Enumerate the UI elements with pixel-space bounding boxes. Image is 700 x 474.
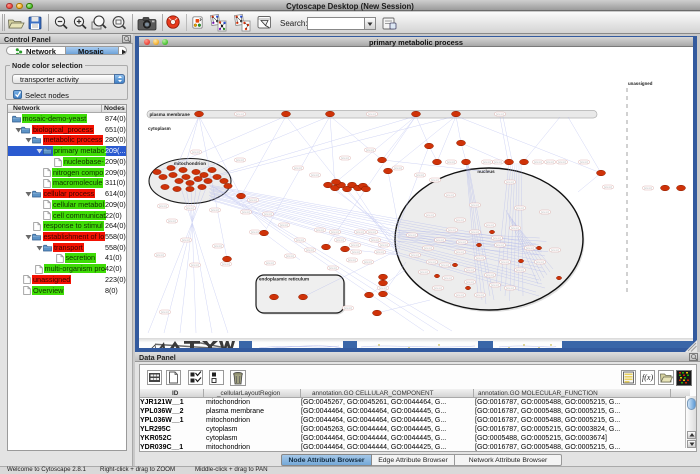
- svg-text:[xx m]: [xx m]: [456, 218, 464, 222]
- svg-text:[xx m]: [xx m]: [420, 270, 428, 274]
- svg-text:[xx m]: [xx m]: [486, 223, 494, 227]
- svg-text:[xx m]: [xx m]: [441, 263, 449, 267]
- svg-text:[xx m]: [xx m]: [306, 248, 314, 252]
- svg-text:[xx m]: [xx m]: [368, 230, 376, 234]
- svg-text:[xx m]: [xx m]: [329, 266, 337, 270]
- svg-text:[xx m]: [xx m]: [516, 206, 524, 210]
- svg-text:[xx m]: [xx m]: [371, 238, 379, 242]
- svg-text:[xx m]: [xx m]: [411, 253, 419, 257]
- svg-text:[xx m]: [xx m]: [534, 160, 542, 164]
- svg-text:[xx m]: [xx m]: [516, 268, 524, 272]
- svg-text:[xx m]: [xx m]: [344, 306, 352, 310]
- svg-text:[xx m]: [xx m]: [491, 283, 499, 287]
- svg-text:[xx m]: [xx m]: [476, 256, 484, 260]
- svg-text:[xx m]: [xx m]: [294, 166, 302, 170]
- svg-text:[xx m]: [xx m]: [408, 233, 416, 237]
- svg-text:[xx m]: [xx m]: [466, 280, 474, 284]
- svg-text:[xx m]: [xx m]: [211, 208, 219, 212]
- svg-text:[xx m]: [xx m]: [448, 228, 456, 232]
- svg-text:[xx m]: [xx m]: [436, 238, 444, 242]
- svg-text:[xx m]: [xx m]: [644, 186, 652, 190]
- svg-text:[xx m]: [xx m]: [446, 193, 454, 197]
- svg-text:[xx m]: [xx m]: [364, 260, 372, 264]
- svg-text:[xx m]: [xx m]: [424, 246, 432, 250]
- svg-text:[xx m]: [xx m]: [580, 160, 588, 164]
- svg-text:[xx m]: [xx m]: [156, 253, 164, 257]
- svg-text:[xx m]: [xx m]: [471, 203, 479, 207]
- svg-text:[xx m]: [xx m]: [236, 158, 244, 162]
- svg-text:[xx m]: [xx m]: [501, 260, 509, 264]
- svg-text:[xx m]: [xx m]: [546, 160, 554, 164]
- svg-text:[xx m]: [xx m]: [351, 243, 359, 247]
- svg-text:[xx m]: [xx m]: [511, 226, 519, 230]
- svg-text:[xx m]: [xx m]: [316, 228, 324, 232]
- svg-text:[xx m]: [xx m]: [496, 243, 504, 247]
- svg-text:[xx m]: [xx m]: [352, 250, 360, 254]
- svg-text:[xx m]: [xx m]: [536, 260, 544, 264]
- svg-text:[xx m]: [xx m]: [551, 248, 559, 252]
- svg-text:[xx m]: [xx m]: [483, 160, 491, 164]
- svg-text:[xx m]: [xx m]: [159, 204, 167, 208]
- svg-text:[xx m]: [xx m]: [496, 112, 504, 116]
- svg-text:[xx m]: [xx m]: [264, 212, 272, 216]
- svg-text:[xx m]: [xx m]: [458, 240, 466, 244]
- svg-text:[xx m]: [xx m]: [266, 261, 274, 265]
- svg-text:[xx m]: [xx m]: [428, 260, 436, 264]
- svg-text:[xx m]: [xx m]: [486, 273, 494, 277]
- svg-text:[xx m]: [xx m]: [186, 206, 194, 210]
- svg-text:[xx m]: [xx m]: [494, 160, 502, 164]
- svg-text:[xx m]: [xx m]: [191, 263, 199, 267]
- svg-text:[xx m]: [xx m]: [558, 160, 566, 164]
- svg-text:[xx m]: [xx m]: [331, 230, 339, 234]
- svg-text:[xx m]: [xx m]: [434, 286, 442, 290]
- svg-text:[xx m]: [xx m]: [280, 223, 288, 227]
- svg-text:[xx m]: [xx m]: [476, 293, 484, 297]
- svg-text:cytoplasm: cytoplasm: [148, 126, 171, 131]
- svg-text:[xx m]: [xx m]: [341, 156, 349, 160]
- svg-text:[xx m]: [xx m]: [379, 286, 387, 290]
- svg-text:[xx m]: [xx m]: [214, 244, 222, 248]
- svg-text:[xx m]: [xx m]: [311, 173, 319, 177]
- svg-text:endoplasmic reticulum: endoplasmic reticulum: [259, 277, 309, 282]
- svg-text:[xx m]: [xx m]: [604, 185, 612, 189]
- svg-text:[xx m]: [xx m]: [366, 148, 374, 152]
- svg-text:[xx m]: [xx m]: [236, 112, 244, 116]
- svg-text:[xx m]: [xx m]: [416, 173, 424, 177]
- svg-text:[xx m]: [xx m]: [471, 230, 479, 234]
- svg-text:[xx m]: [xx m]: [376, 250, 384, 254]
- svg-text:[xx m]: [xx m]: [526, 246, 534, 250]
- svg-text:[xx m]: [xx m]: [182, 238, 190, 242]
- svg-text:[xx m]: [xx m]: [251, 230, 259, 234]
- svg-text:[xx m]: [xx m]: [222, 262, 230, 266]
- svg-text:[xx m]: [xx m]: [380, 243, 388, 247]
- svg-text:[xx m]: [xx m]: [506, 286, 514, 290]
- svg-text:[xx m]: [xx m]: [356, 230, 364, 234]
- svg-text:[xx m]: [xx m]: [493, 236, 501, 240]
- svg-text:plasma membrane: plasma membrane: [150, 112, 191, 117]
- svg-text:[xx m]: [xx m]: [506, 180, 514, 184]
- svg-text:[xx m]: [xx m]: [348, 258, 356, 262]
- svg-text:[xx m]: [xx m]: [426, 213, 434, 217]
- svg-text:[xx m]: [xx m]: [444, 276, 452, 280]
- svg-text:[xx m]: [xx m]: [249, 198, 257, 202]
- svg-text:[xx m]: [xx m]: [296, 238, 304, 242]
- svg-text:[xx m]: [xx m]: [161, 310, 169, 314]
- svg-text:[xx m]: [xx m]: [192, 150, 200, 154]
- svg-text:[xx m]: [xx m]: [447, 160, 455, 164]
- svg-text:unassigned: unassigned: [628, 81, 653, 86]
- svg-text:[xx m]: [xx m]: [541, 210, 549, 214]
- svg-text:[xx m]: [xx m]: [431, 178, 439, 182]
- svg-text:[xx m]: [xx m]: [394, 166, 402, 170]
- svg-text:[xx m]: [xx m]: [456, 293, 464, 297]
- svg-text:[xx m]: [xx m]: [286, 254, 294, 258]
- svg-text:[xx m]: [xx m]: [456, 250, 464, 254]
- svg-text:[xx m]: [xx m]: [466, 268, 474, 272]
- svg-text:[xx m]: [xx m]: [242, 210, 250, 214]
- svg-text:[xx m]: [xx m]: [336, 238, 344, 242]
- svg-text:[xx m]: [xx m]: [368, 112, 376, 116]
- svg-text:[xx m]: [xx m]: [168, 219, 176, 223]
